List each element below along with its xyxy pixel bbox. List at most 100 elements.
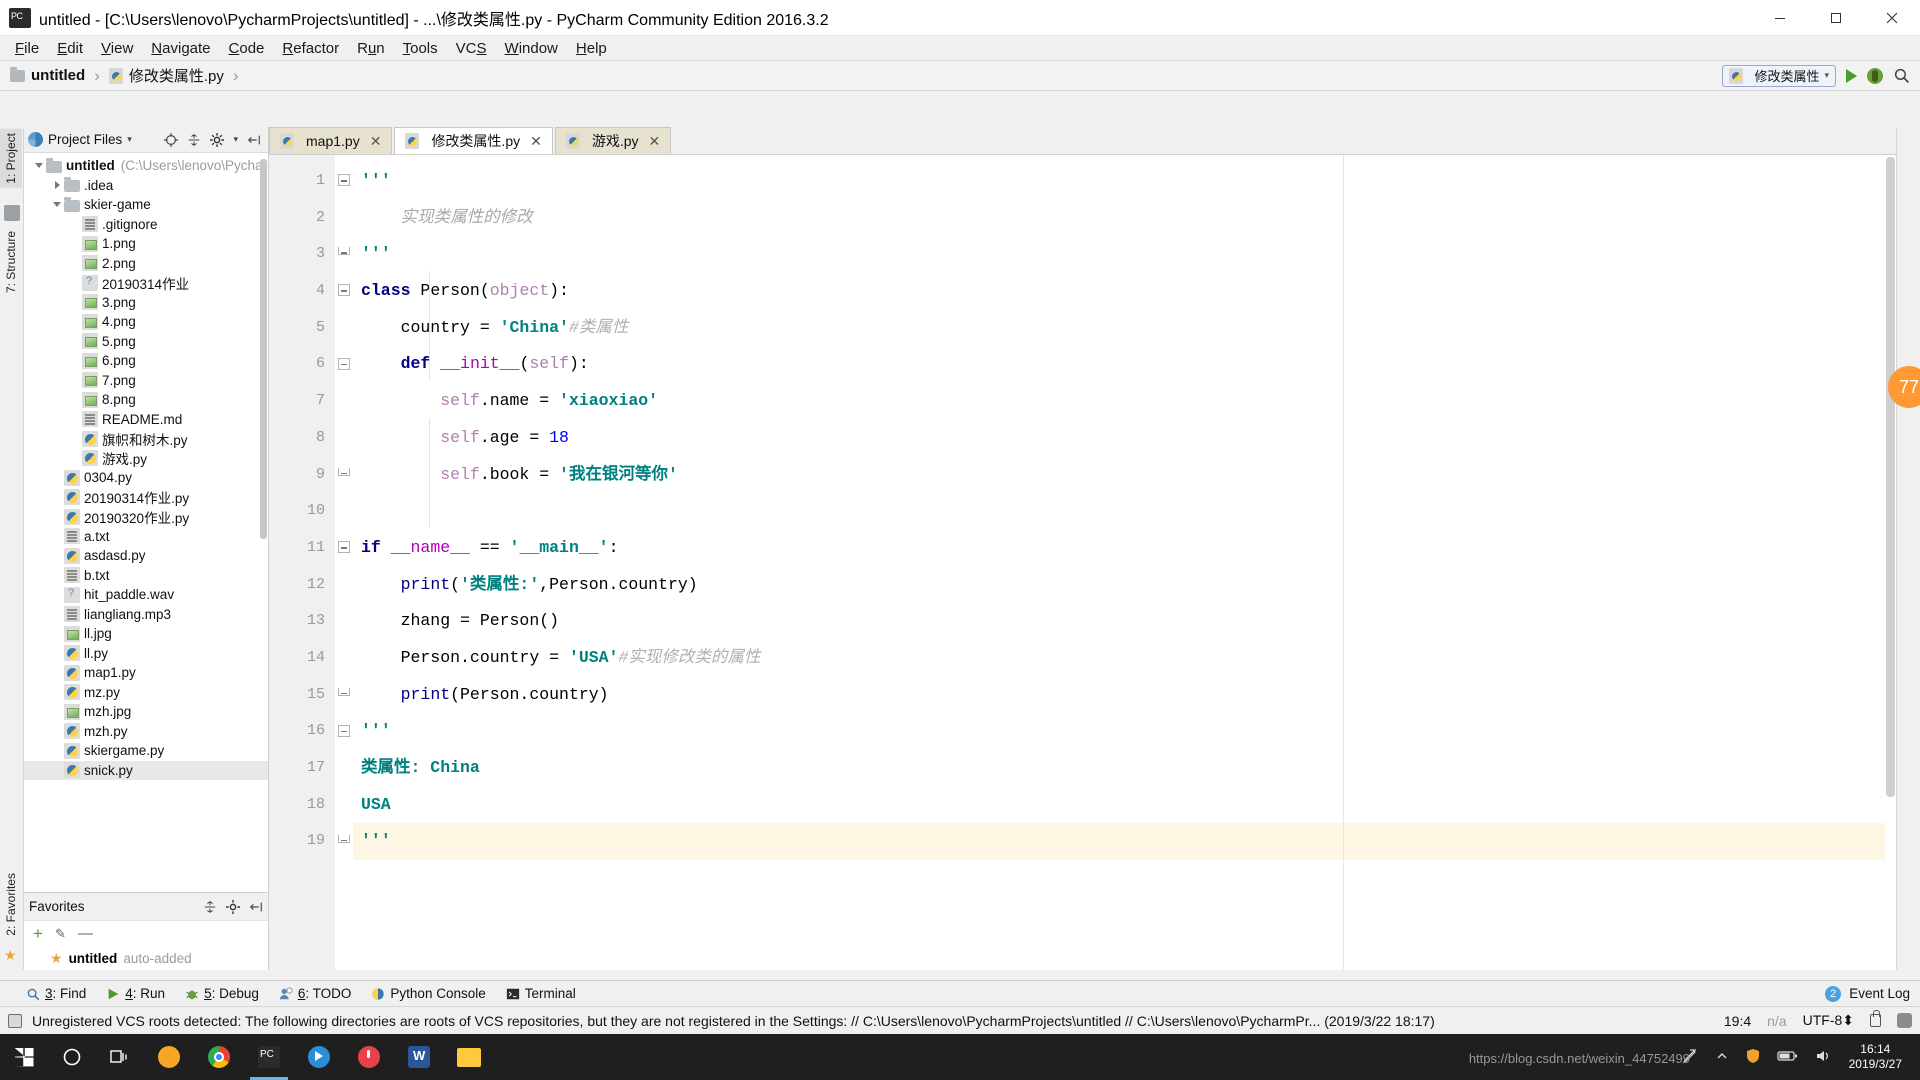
maximize-button[interactable]	[1808, 0, 1864, 36]
taskbar-app-pycharm-icon[interactable]: PC	[244, 1034, 294, 1080]
windows-start-icon[interactable]	[0, 1034, 48, 1080]
editor-tab[interactable]: map1.py✕	[269, 127, 392, 154]
tree-node[interactable]: mzh.py	[24, 722, 268, 742]
tool-window-button[interactable]: Terminal	[506, 986, 576, 1001]
code-editor[interactable]: 12345678910111213141516171819 ''' 实现类属性的…	[269, 155, 1896, 970]
menu-navigate[interactable]: Navigate	[142, 38, 219, 59]
tool-window-button[interactable]: 4: Run	[106, 986, 165, 1001]
tree-node[interactable]: ll.jpg	[24, 624, 268, 644]
menu-window[interactable]: Window	[496, 38, 567, 59]
menu-tools[interactable]: Tools	[394, 38, 447, 59]
hide-panel-icon[interactable]	[249, 900, 263, 914]
menu-help[interactable]: Help	[567, 38, 616, 59]
code-line[interactable]: def __init__(self):	[353, 346, 1896, 383]
tree-node[interactable]: skiergame.py	[24, 741, 268, 761]
code-line[interactable]: '''	[353, 713, 1896, 750]
code-line[interactable]: 类属性: China	[353, 750, 1896, 787]
fold-end-icon[interactable]	[338, 688, 350, 696]
tree-node[interactable]: skier-game	[24, 195, 268, 215]
project-scope-chevron-icon[interactable]: ▾	[127, 134, 132, 145]
taskbar-clock[interactable]: 16:14 2019/3/27	[1849, 1042, 1908, 1072]
gear-icon[interactable]	[226, 900, 240, 914]
code-line[interactable]: if __name__ == '__main__':	[353, 530, 1896, 567]
taskbar-app-word-icon[interactable]: W	[394, 1034, 444, 1080]
project-file-tree[interactable]: untitled(C:\Users\lenovo\Pycharm.ideaski…	[24, 153, 268, 892]
project-tree-scroll-thumb[interactable]	[260, 159, 267, 539]
taskbar-app-media-player-icon[interactable]	[294, 1034, 344, 1080]
collapse-all-icon[interactable]	[203, 900, 217, 914]
tree-node[interactable]: b.txt	[24, 566, 268, 586]
code-line[interactable]: '''	[353, 823, 1896, 860]
fold-collapse-icon[interactable]	[338, 174, 350, 186]
tree-node[interactable]: README.md	[24, 410, 268, 430]
tree-node[interactable]: 20190314作业.py	[24, 488, 268, 508]
tree-node[interactable]: map1.py	[24, 663, 268, 683]
tree-node[interactable]: .idea	[24, 176, 268, 196]
debug-button[interactable]	[1867, 68, 1883, 84]
robot-icon[interactable]	[1897, 1013, 1912, 1028]
line-separator[interactable]: n/a	[1767, 1013, 1786, 1029]
fold-end-icon[interactable]	[338, 468, 350, 476]
tree-node[interactable]: snick.py	[24, 761, 268, 781]
tree-node[interactable]: 7.png	[24, 371, 268, 391]
tree-node[interactable]: mz.py	[24, 683, 268, 703]
tree-node[interactable]: mzh.jpg	[24, 702, 268, 722]
code-line[interactable]: USA	[353, 787, 1896, 824]
tree-node[interactable]: untitled(C:\Users\lenovo\Pycharm	[24, 156, 268, 176]
taskbar-app-file-explorer-icon[interactable]	[444, 1034, 494, 1080]
tree-node[interactable]: 2.png	[24, 254, 268, 274]
menu-file[interactable]: File	[6, 38, 48, 59]
gear-icon[interactable]	[210, 133, 224, 147]
breadcrumb-file[interactable]: 修改类属性.py	[109, 65, 224, 86]
code-folding-column[interactable]	[335, 155, 353, 970]
breadcrumb-project[interactable]: untitled	[10, 67, 85, 84]
tree-node[interactable]: ll.py	[24, 644, 268, 664]
code-content[interactable]: ''' 实现类属性的修改'''class Person(object): cou…	[353, 155, 1896, 970]
tree-node[interactable]: liangliang.mp3	[24, 605, 268, 625]
menu-view[interactable]: View	[92, 38, 142, 59]
fold-collapse-icon[interactable]	[338, 541, 350, 553]
search-everywhere-icon[interactable]	[1893, 67, 1910, 84]
favorites-list-item[interactable]: ★ untitled auto-added	[24, 946, 268, 970]
fold-collapse-icon[interactable]	[338, 284, 350, 296]
sidebar-item-project[interactable]: 1: Project	[0, 129, 22, 188]
fold-end-icon[interactable]	[338, 835, 350, 843]
tree-node[interactable]: hit_paddle.wav	[24, 585, 268, 605]
shield-icon[interactable]	[1745, 1048, 1761, 1067]
tree-node[interactable]: 3.png	[24, 293, 268, 313]
tree-node[interactable]: .gitignore	[24, 215, 268, 235]
editor-tab[interactable]: 游戏.py✕	[555, 127, 671, 154]
chevron-down-icon[interactable]	[32, 163, 46, 168]
code-line[interactable]: print('类属性:',Person.country)	[353, 567, 1896, 604]
caret-position[interactable]: 19:4	[1724, 1013, 1751, 1029]
task-view-icon[interactable]	[96, 1034, 144, 1080]
run-configuration-selector[interactable]: 修改类属性 ▾	[1722, 65, 1836, 87]
taskbar-app-chrome-icon[interactable]	[194, 1034, 244, 1080]
tree-node[interactable]: 6.png	[24, 351, 268, 371]
tree-node[interactable]: 20190320作业.py	[24, 507, 268, 527]
code-line[interactable]	[353, 493, 1896, 530]
event-log-button[interactable]: Event Log	[1849, 986, 1910, 1001]
minimize-button[interactable]	[1752, 0, 1808, 36]
menu-edit[interactable]: Edit	[48, 38, 92, 59]
code-line[interactable]: zhang = Person()	[353, 603, 1896, 640]
volume-icon[interactable]	[1815, 1048, 1833, 1067]
collapse-all-icon[interactable]	[187, 133, 201, 147]
remove-favorite-icon[interactable]: —	[78, 925, 93, 942]
sidebar-item-structure[interactable]: 7: Structure	[0, 227, 22, 297]
chevron-up-icon[interactable]	[1715, 1049, 1729, 1066]
tool-window-button[interactable]: 5: Debug	[185, 986, 259, 1001]
menu-code[interactable]: Code	[220, 38, 274, 59]
edit-favorite-icon[interactable]: ✎	[55, 926, 66, 942]
close-button[interactable]	[1864, 0, 1920, 36]
taskbar-app-cctalk-icon[interactable]	[344, 1034, 394, 1080]
file-encoding[interactable]: UTF-8⬍	[1803, 1012, 1854, 1029]
tree-node[interactable]: 0304.py	[24, 468, 268, 488]
tree-node[interactable]: 20190314作业	[24, 273, 268, 293]
hide-panel-icon[interactable]	[247, 133, 261, 147]
project-settings-chevron-icon[interactable]: ▾	[233, 134, 238, 145]
code-line[interactable]: '''	[353, 236, 1896, 273]
fold-collapse-icon[interactable]	[338, 725, 350, 737]
lock-icon[interactable]	[1870, 1014, 1881, 1027]
sidebar-item-favorites[interactable]: 2: Favorites	[0, 869, 22, 940]
